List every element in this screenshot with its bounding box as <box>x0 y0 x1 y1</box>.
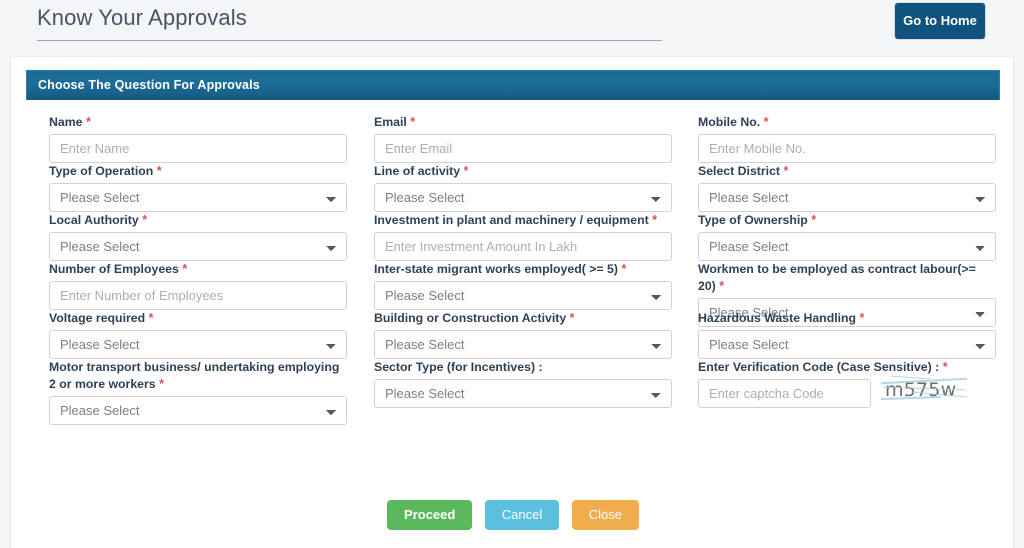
label-inter-state-migrant-works-employed: Inter-state migrant works employed( >= 5… <box>374 262 627 276</box>
label-investment-in-plant-and-machinery: Investment in plant and machinery / equi… <box>374 213 658 227</box>
field-number-of-employees: Number of Employees * <box>49 261 347 310</box>
required-asterisk: * <box>617 262 627 276</box>
captcha-row: m575w <box>698 375 996 408</box>
select-motor-transport-business[interactable]: Please Select <box>49 396 347 425</box>
content-card: Choose The Question For Approvals Name *… <box>10 56 1014 548</box>
select-voltage-required[interactable]: Please Select <box>49 330 347 359</box>
panel-body: Name * Email * Mobile No. * Type of Operati… <box>26 100 1000 530</box>
select-type-of-ownership[interactable]: Please Select <box>698 232 996 261</box>
field-investment-in-plant-and-machinery: Investment in plant and machinery / equi… <box>374 212 672 261</box>
input-investment-in-plant-and-machinery[interactable] <box>374 232 672 261</box>
required-asterisk: * <box>780 164 789 178</box>
label-email: Email * <box>374 115 416 129</box>
required-asterisk: * <box>406 115 416 129</box>
required-asterisk: * <box>155 377 164 391</box>
field-sector-type-for-incentives: Sector Type (for Incentives) : Please Sel… <box>374 359 672 408</box>
required-asterisk: * <box>715 279 725 293</box>
required-asterisk: * <box>807 213 817 227</box>
required-asterisk: * <box>178 262 188 276</box>
proceed-button[interactable]: Proceed <box>387 500 473 530</box>
field-name: Name * <box>49 114 347 163</box>
input-mobile-no[interactable] <box>698 134 996 163</box>
title-divider <box>37 40 662 41</box>
label-verification-code: Enter Verification Code (Case Sensitive)… <box>698 360 948 374</box>
label-type-of-operation: Type of Operation * <box>49 164 162 178</box>
field-select-district: Select District * Please Select <box>698 163 996 212</box>
field-building-or-construction-activity: Building or Construction Activity * Pleas… <box>374 310 672 359</box>
input-number-of-employees[interactable] <box>49 281 347 310</box>
label-building-or-construction-activity: Building or Construction Activity * <box>374 311 575 325</box>
label-motor-transport-business: Motor transport business/ undertaking em… <box>49 360 340 391</box>
field-type-of-ownership: Type of Ownership * Please Select <box>698 212 996 261</box>
input-verification-code[interactable] <box>698 379 871 408</box>
field-line-of-activity: Line of activity * Please Select <box>374 163 672 212</box>
input-email[interactable] <box>374 134 672 163</box>
input-name[interactable] <box>49 134 347 163</box>
field-inter-state-migrant-works-employed: Inter-state migrant works employed( >= 5… <box>374 261 672 310</box>
select-sector-type-for-incentives[interactable]: Please Select <box>374 379 672 408</box>
required-asterisk: * <box>648 213 658 227</box>
required-asterisk: * <box>856 311 865 325</box>
label-name: Name * <box>49 115 91 129</box>
form-actions: Proceed Cancel Close <box>26 500 1000 530</box>
field-verification-code: Enter Verification Code (Case Sensitive)… <box>698 359 996 408</box>
required-asterisk: * <box>566 311 575 325</box>
label-mobile-no: Mobile No. * <box>698 115 769 129</box>
label-local-authority: Local Authority * <box>49 213 148 227</box>
go-to-home-button[interactable]: Go to Home <box>894 2 986 40</box>
field-email: Email * <box>374 114 672 163</box>
label-workmen-contract-labour: Workmen to be employed as contract labou… <box>698 262 976 293</box>
select-hazardous-waste-handling[interactable]: Please Select <box>698 330 996 359</box>
required-asterisk: * <box>153 164 162 178</box>
page-root: Know Your Approvals Go to Home Choose Th… <box>0 0 1024 548</box>
label-sector-type-for-incentives: Sector Type (for Incentives) : <box>374 360 543 374</box>
required-asterisk: * <box>138 213 148 227</box>
field-voltage-required: Voltage required * Please Select <box>49 310 347 359</box>
field-motor-transport-business: Motor transport business/ undertaking em… <box>49 359 347 425</box>
label-hazardous-waste-handling: Hazardous Waste Handling * <box>698 311 865 325</box>
field-type-of-operation: Type of Operation * Please Select <box>49 163 347 212</box>
select-type-of-operation[interactable]: Please Select <box>49 183 347 212</box>
top-header-bar: Know Your Approvals Go to Home <box>0 0 1024 48</box>
select-building-or-construction-activity[interactable]: Please Select <box>374 330 672 359</box>
label-select-district: Select District * <box>698 164 789 178</box>
label-line-of-activity: Line of activity * <box>374 164 469 178</box>
cancel-button[interactable]: Cancel <box>484 500 560 530</box>
required-asterisk: * <box>760 115 769 129</box>
select-inter-state-migrant-works-employed[interactable]: Please Select <box>374 281 672 310</box>
field-hazardous-waste-handling: Hazardous Waste Handling * Please Select <box>698 310 996 359</box>
select-line-of-activity[interactable]: Please Select <box>374 183 672 212</box>
required-asterisk: * <box>145 311 154 325</box>
label-number-of-employees: Number of Employees * <box>49 262 188 276</box>
label-type-of-ownership: Type of Ownership * <box>698 213 817 227</box>
required-asterisk: * <box>939 360 948 374</box>
select-select-district[interactable]: Please Select <box>698 183 996 212</box>
field-mobile-no: Mobile No. * <box>698 114 996 163</box>
select-local-authority[interactable]: Please Select <box>49 232 347 261</box>
page-title: Know Your Approvals <box>37 5 247 30</box>
approvals-panel: Choose The Question For Approvals Name *… <box>26 70 1000 530</box>
field-local-authority: Local Authority * Please Select <box>49 212 347 261</box>
required-asterisk: * <box>82 115 91 129</box>
captcha-image: m575w <box>881 375 967 409</box>
panel-header-title: Choose The Question For Approvals <box>26 70 1000 100</box>
required-asterisk: * <box>460 164 469 178</box>
close-button[interactable]: Close <box>571 500 639 530</box>
label-voltage-required: Voltage required * <box>49 311 154 325</box>
